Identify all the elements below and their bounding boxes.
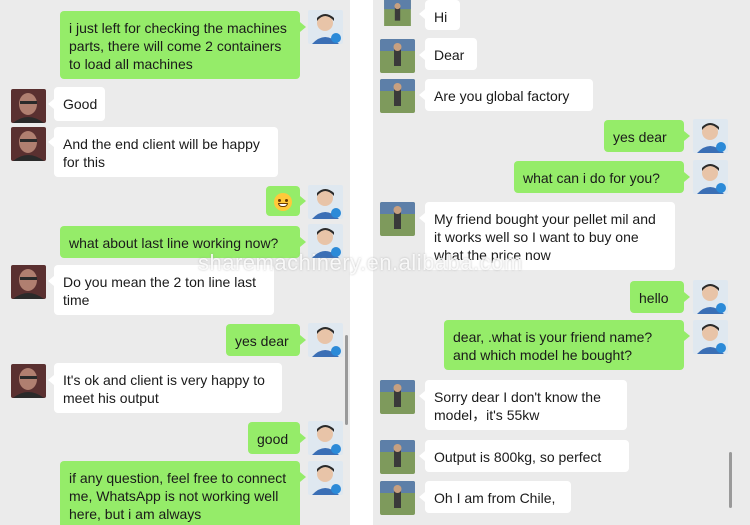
contact-avatar[interactable] [11,89,46,123]
message-bubble-outgoing[interactable]: i just left for checking the machines pa… [60,11,300,79]
message-bubble-outgoing[interactable]: what can i do for you? [514,161,684,193]
message-bubble-outgoing[interactable]: yes dear [604,120,684,152]
contact-avatar[interactable] [380,440,415,474]
contact-avatar[interactable] [380,39,415,73]
self-avatar[interactable] [308,224,343,258]
message-bubble-incoming[interactable]: Good [54,87,105,121]
message-bubble-incoming[interactable]: Oh I am from Chile, [425,481,571,513]
message-bubble-incoming[interactable]: Do you mean the 2 ton line last time [54,265,274,315]
scrollbar[interactable] [729,452,732,508]
message-bubble-outgoing[interactable]: hello [630,281,684,313]
contact-avatar[interactable] [380,380,415,414]
self-avatar[interactable] [693,320,728,354]
self-avatar[interactable] [308,10,343,44]
self-avatar[interactable] [308,461,343,495]
message-bubble-incoming[interactable]: And the end client will be happy for thi… [54,127,278,177]
left-chat-panel[interactable]: i just left for checking the machines pa… [0,0,350,525]
message-bubble-outgoing[interactable]: dear, .what is your friend name? and whi… [444,320,684,370]
message-bubble-outgoing[interactable]: yes dear [226,324,300,356]
self-avatar[interactable] [693,119,728,153]
message-bubble-incoming[interactable]: Output is 800kg, so perfect [425,440,629,472]
message-bubble-incoming[interactable]: Hi [425,0,460,30]
message-bubble-outgoing[interactable]: if any question, feel free to connect me… [60,461,300,525]
message-bubble-incoming[interactable]: Sorry dear I don't know the model，it's 5… [425,380,627,430]
contact-avatar[interactable] [380,79,415,113]
scrollbar[interactable] [345,335,348,425]
contact-avatar[interactable] [11,364,46,398]
message-bubble-incoming[interactable]: Are you global factory [425,79,593,111]
self-avatar[interactable] [308,185,343,219]
message-bubble-incoming[interactable]: It's ok and client is very happy to meet… [54,363,282,413]
contact-avatar[interactable] [380,202,415,236]
self-avatar[interactable] [693,160,728,194]
message-bubble-incoming[interactable]: My friend bought your pellet mil and it … [425,202,675,270]
message-bubble-outgoing[interactable]: what about last line working now? [60,226,300,258]
self-avatar[interactable] [308,323,343,357]
grinning-face-icon [274,193,292,212]
self-avatar[interactable] [693,280,728,314]
message-bubble-outgoing[interactable] [266,186,300,216]
contact-avatar[interactable] [380,0,415,26]
right-chat-panel[interactable]: Hi Dear Are you global factory yes dear … [373,0,750,525]
panel-divider [350,0,373,525]
contact-avatar[interactable] [11,265,46,299]
message-bubble-outgoing[interactable]: good [248,422,300,454]
contact-avatar[interactable] [380,481,415,515]
contact-avatar[interactable] [11,127,46,161]
message-bubble-incoming[interactable]: Dear [425,38,477,70]
self-avatar[interactable] [308,421,343,455]
